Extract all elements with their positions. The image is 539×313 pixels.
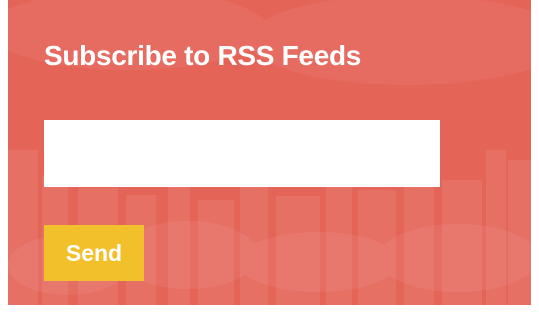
widget-title: Subscribe to RSS Feeds (44, 40, 362, 71)
send-button[interactable]: Send (44, 225, 144, 281)
rss-subscribe-widget: Subscribe to RSS Feeds Send (8, 0, 531, 305)
subscribe-input[interactable] (44, 120, 440, 187)
